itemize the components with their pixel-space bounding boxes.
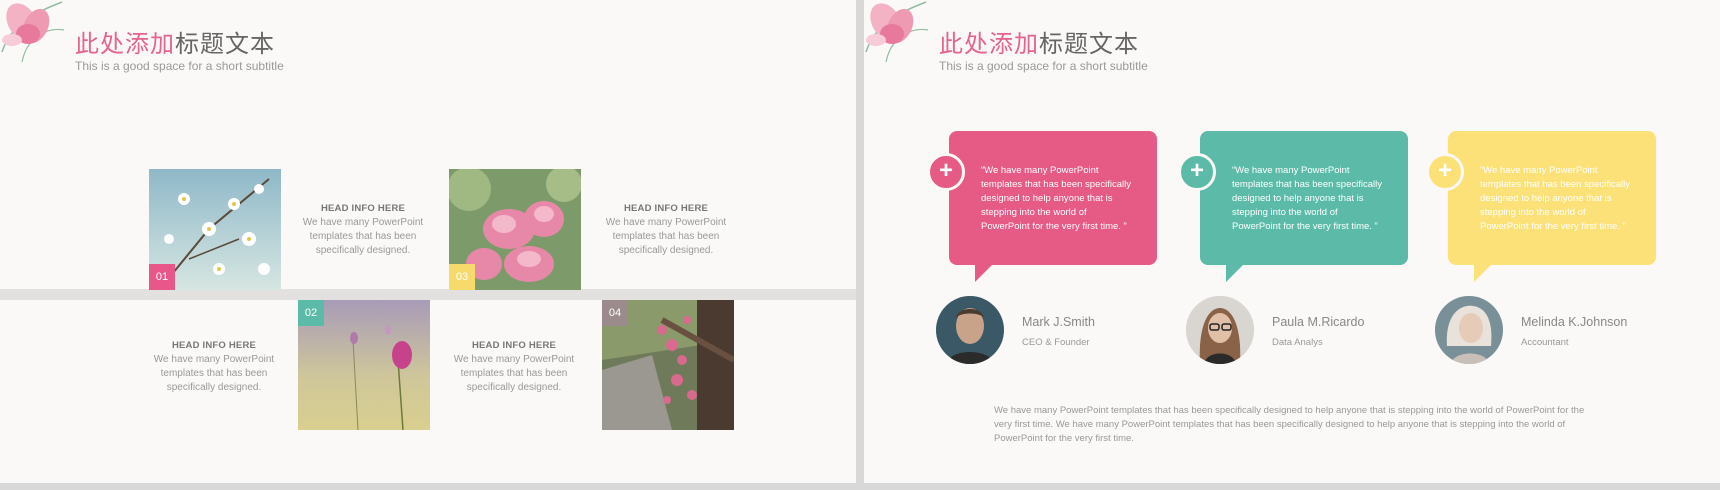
flower-decoration-icon	[865, 1, 929, 63]
avatar	[1186, 296, 1254, 364]
divider-band	[0, 289, 856, 300]
info-block-2: HEAD INFO HERE We have many PowerPoint t…	[149, 340, 279, 395]
photo-pink-blossoms: 03	[449, 169, 581, 290]
info-head: HEAD INFO HERE	[623, 203, 709, 214]
info-block-1: HEAD INFO HERE We have many PowerPoint t…	[298, 203, 428, 258]
photo-white-blossoms: 01	[149, 169, 281, 290]
info-body: We have many PowerPoint templates that h…	[605, 217, 727, 256]
testimonial-bubble: “We have many PowerPoint templates that …	[949, 131, 1157, 282]
slide-left: 此处添加标题文本 This is a good space for a shor…	[0, 0, 856, 483]
info-head: HEAD INFO HERE	[320, 203, 406, 214]
plus-icon[interactable]: +	[1178, 153, 1216, 191]
item-number-badge: 01	[149, 264, 175, 290]
testimonial-quote: “We have many PowerPoint templates that …	[1232, 165, 1382, 232]
plus-icon[interactable]: +	[927, 153, 965, 191]
bubble-tail	[975, 264, 993, 282]
person-role: Data Analys	[1272, 337, 1323, 348]
footer-text: We have many PowerPoint templates that h…	[994, 405, 1585, 444]
person-name: Melinda K.Johnson	[1521, 315, 1628, 329]
photo-pink-flower: 02	[298, 300, 430, 430]
page-subtitle: This is a good space for a short subtitl…	[75, 59, 284, 73]
bubble-tail	[1226, 264, 1244, 282]
page-title: 此处添加标题文本	[75, 24, 275, 59]
person-role: Accountant	[1521, 337, 1569, 348]
photo-fence-flowers: 04	[602, 300, 734, 430]
info-body: We have many PowerPoint templates that h…	[153, 354, 275, 393]
item-number-badge: 04	[602, 300, 628, 326]
item-number-badge: 03	[449, 264, 475, 290]
title-accent: 此处添加	[939, 30, 1039, 58]
person-role: CEO & Founder	[1022, 337, 1090, 348]
bubble-tail	[1474, 264, 1492, 282]
testimonial-quote: “We have many PowerPoint templates that …	[981, 165, 1131, 232]
flower-decoration-icon	[1, 1, 65, 63]
info-head: HEAD INFO HERE	[471, 340, 557, 351]
page-subtitle: This is a good space for a short subtitl…	[939, 59, 1148, 73]
info-block-4: HEAD INFO HERE We have many PowerPoint t…	[449, 340, 579, 395]
testimonial-bubble: “We have many PowerPoint templates that …	[1200, 131, 1408, 282]
plus-icon[interactable]: +	[1426, 153, 1464, 191]
item-number-badge: 02	[298, 300, 324, 326]
avatar	[1435, 296, 1503, 364]
info-body: We have many PowerPoint templates that h…	[453, 354, 575, 393]
person-name: Paula M.Ricardo	[1272, 315, 1365, 329]
title-rest: 标题文本	[1039, 30, 1139, 58]
info-block-3: HEAD INFO HERE We have many PowerPoint t…	[601, 203, 731, 258]
info-body: We have many PowerPoint templates that h…	[302, 217, 424, 256]
title-accent: 此处添加	[75, 30, 175, 58]
avatar	[936, 296, 1004, 364]
title-rest: 标题文本	[175, 30, 275, 58]
person-name: Mark J.Smith	[1022, 315, 1095, 329]
info-head: HEAD INFO HERE	[171, 340, 257, 351]
testimonial-quote: “We have many PowerPoint templates that …	[1480, 165, 1630, 232]
page-title: 此处添加标题文本	[939, 24, 1139, 59]
testimonial-bubble: “We have many PowerPoint templates that …	[1448, 131, 1656, 282]
slide-right: 此处添加标题文本 This is a good space for a shor…	[864, 0, 1720, 483]
